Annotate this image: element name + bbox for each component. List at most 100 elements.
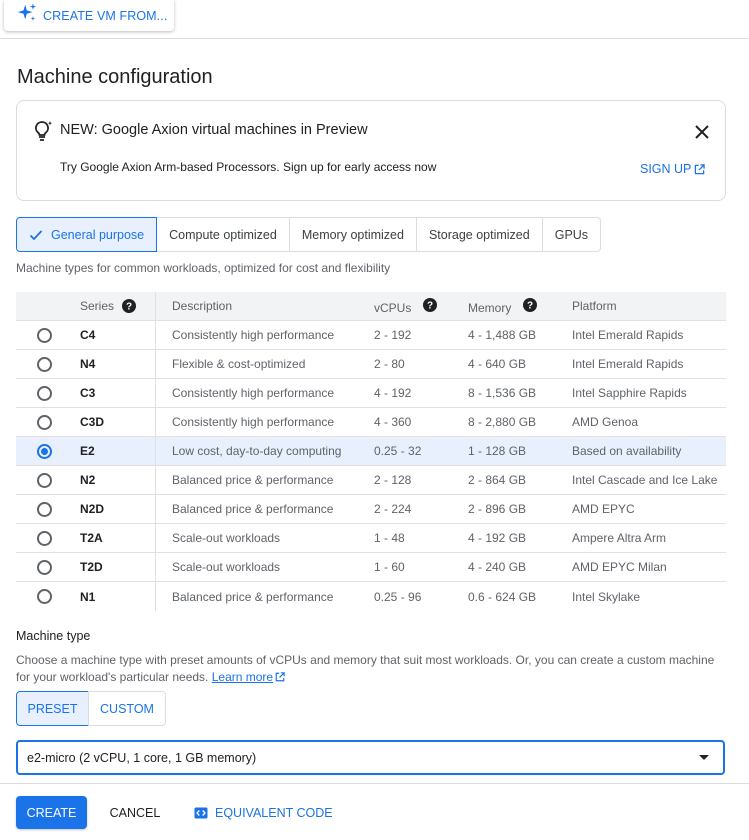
preset-button[interactable]: PRESET (16, 691, 89, 726)
description-cell: Low cost, day-to-day computing (172, 444, 342, 458)
description-cell: Consistently high performance (172, 386, 335, 400)
vcpus-cell: 0.25 - 96 (374, 589, 422, 604)
table-row[interactable]: C3 Consistently high performance 4 - 192… (16, 379, 726, 408)
radio-button[interactable] (36, 559, 52, 575)
table-row-selected[interactable]: E2 Low cost, day-to-day computing 0.25 -… (16, 437, 726, 466)
series-cell: N2 (72, 466, 156, 494)
radio-button[interactable] (36, 327, 52, 343)
platform-cell: Intel Cascade and Ice Lake (572, 473, 718, 487)
radio-cell (16, 350, 72, 378)
equivalent-code-button[interactable]: EQUIVALENT CODE (186, 796, 341, 829)
tab-label: General purpose (51, 227, 145, 242)
series-cell: C3 (72, 379, 156, 407)
vcpus-cell: 0.25 - 32 (374, 444, 422, 458)
vcpus-cell: 4 - 360 (374, 415, 412, 429)
axion-preview-banner: NEW: Google Axion virtual machines in Pr… (16, 100, 726, 201)
series-cell: C4 (72, 321, 156, 349)
platform-cell: Intel Skylake (572, 589, 641, 604)
tab-general-purpose[interactable]: General purpose (16, 217, 158, 252)
tab-memory-optimized[interactable]: Memory optimized (288, 217, 417, 252)
tab-label: Memory optimized (301, 227, 404, 242)
vcpus-cell: 4 - 192 (374, 386, 412, 400)
description-cell: Flexible & cost-optimized (172, 357, 306, 371)
tab-gpus[interactable]: GPUs (541, 217, 602, 252)
tab-description: Machine types for common workloads, opti… (16, 261, 391, 275)
radio-cell (16, 321, 72, 349)
radio-button[interactable] (36, 530, 52, 546)
table-row[interactable]: N2 Balanced price & performance 2 - 128 … (16, 466, 726, 495)
table-row[interactable]: N2D Balanced price & performance 2 - 224… (16, 495, 726, 524)
radio-button[interactable] (36, 356, 52, 372)
radio-cell (16, 495, 72, 523)
table-row[interactable]: N1 Balanced price & performance 0.25 - 9… (16, 582, 726, 611)
radio-cell (16, 437, 72, 465)
platform-cell: Ampere Altra Arm (572, 531, 667, 545)
tab-label: Storage optimized (428, 227, 530, 242)
header-memory-label: Memory (468, 300, 512, 315)
series-cell: T2D (72, 553, 156, 581)
series-cell: N1 (72, 582, 156, 611)
radio-cell (16, 524, 72, 552)
table-row[interactable]: C4 Consistently high performance 2 - 192… (16, 321, 726, 350)
tab-storage-optimized[interactable]: Storage optimized (415, 217, 543, 252)
radio-cell (16, 379, 72, 407)
close-icon[interactable] (693, 123, 711, 141)
series-cell: T2A (72, 524, 156, 552)
machine-type-description: Choose a machine type with preset amount… (16, 652, 728, 685)
memory-cell: 8 - 2,880 GB (468, 415, 537, 429)
table-row[interactable]: T2A Scale-out workloads 1 - 48 4 - 192 G… (16, 524, 726, 553)
table-row[interactable]: T2D Scale-out workloads 1 - 60 4 - 240 G… (16, 553, 726, 582)
svg-text:?: ? (427, 300, 433, 311)
learn-more-label: Learn more (211, 669, 274, 684)
platform-cell: AMD EPYC (572, 502, 635, 516)
machine-type-title: Machine type (16, 629, 91, 643)
help-icon[interactable]: ? (522, 297, 537, 312)
sign-up-link[interactable]: SIGN UP (640, 162, 706, 176)
help-icon[interactable]: ? (422, 297, 437, 312)
memory-cell: 4 - 192 GB (468, 531, 527, 545)
custom-button[interactable]: CUSTOM (88, 691, 166, 726)
vcpus-cell: 2 - 128 (374, 473, 412, 487)
description-cell: Scale-out workloads (172, 531, 281, 545)
radio-cell (16, 553, 72, 581)
description-cell: Balanced price & performance (172, 589, 334, 604)
banner-text: Try Google Axion Arm-based Processors. S… (60, 160, 437, 174)
radio-cell (16, 408, 72, 436)
radio-button[interactable] (36, 501, 52, 517)
header-series: Series ? (72, 292, 156, 320)
machine-type-description-text: Choose a machine type with preset amount… (16, 653, 715, 684)
lightbulb-icon (30, 119, 54, 148)
radio-button[interactable] (36, 589, 52, 604)
create-vm-from-label: CREATE VM FROM... (43, 8, 168, 23)
radio-button-checked[interactable] (36, 443, 52, 459)
header-description: Description (172, 299, 233, 313)
table-row[interactable]: N4 Flexible & cost-optimized 2 - 80 4 - … (16, 350, 726, 379)
memory-cell: 4 - 640 GB (468, 357, 527, 371)
machine-type-select[interactable]: e2-micro (2 vCPU, 1 core, 1 GB memory) (16, 740, 725, 775)
series-cell: N2D (72, 495, 156, 523)
header-platform: Platform (572, 299, 617, 313)
vcpus-cell: 2 - 224 (374, 502, 412, 516)
table-row[interactable]: C3D Consistently high performance 4 - 36… (16, 408, 726, 437)
radio-button[interactable] (36, 385, 52, 401)
description-cell: Consistently high performance (172, 415, 335, 429)
open-in-new-icon (695, 163, 706, 174)
memory-cell: 4 - 240 GB (468, 560, 527, 574)
radio-button[interactable] (36, 472, 52, 488)
description-cell: Scale-out workloads (172, 560, 281, 574)
cancel-button[interactable]: CANCEL (98, 796, 172, 829)
radio-button[interactable] (36, 414, 52, 430)
create-button[interactable]: CREATE (16, 796, 87, 829)
vcpus-cell: 2 - 80 (374, 357, 405, 371)
check-icon (29, 229, 43, 240)
help-icon[interactable]: ? (122, 299, 137, 313)
create-vm-from-button[interactable]: CREATE VM FROM... (4, 0, 174, 31)
svg-text:?: ? (527, 300, 533, 311)
learn-more-link[interactable]: Learn more (212, 670, 285, 684)
svg-text:?: ? (126, 302, 132, 313)
sign-up-label: SIGN UP (640, 162, 692, 176)
description-cell: Balanced price & performance (172, 473, 334, 487)
description-cell: Balanced price & performance (172, 502, 334, 516)
table-header: Series ? Description vCPUs ? Memory ? Pl… (16, 292, 726, 321)
tab-compute-optimized[interactable]: Compute optimized (156, 217, 290, 252)
